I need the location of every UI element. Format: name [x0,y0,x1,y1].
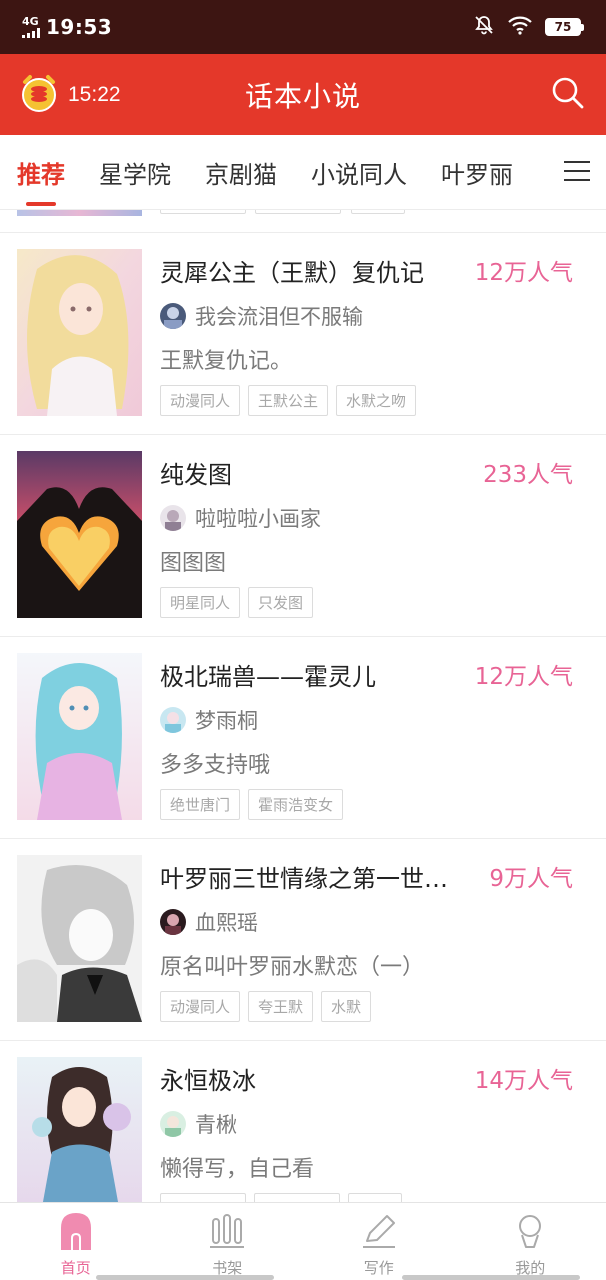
tag[interactable]: 动漫同人 [160,991,241,1022]
profile-icon [510,1211,550,1251]
pencil-icon [359,1211,399,1251]
author[interactable]: 青楸 [160,1109,237,1139]
tab-opera-cat[interactable]: 京剧猫 [188,135,294,209]
tag[interactable] [348,1193,402,1202]
tag[interactable]: 明星同人 [160,587,241,618]
app-header: 15:22 话本小说 [0,54,606,135]
author-name: 我会流泪但不服输 [195,305,363,329]
book-title[interactable]: 纯发图 [160,455,465,490]
tag[interactable] [254,1193,340,1202]
gesture-bar [96,1275,274,1280]
alarm-coin-icon [18,72,60,118]
tag[interactable]: 水默之吻 [336,385,417,416]
author-avatar [160,303,186,329]
book-cover[interactable] [17,855,142,1022]
book-cover[interactable] [17,249,142,416]
book-description: 王默复仇记。 [160,349,293,374]
network-type: 4G [22,15,39,28]
tag[interactable]: 霍雨浩变女 [248,789,344,820]
author-avatar [160,707,186,733]
tag-list: 明星同人 只发图 [160,587,314,618]
bottom-nav: 首页 书架 写作 我的 [0,1202,606,1280]
book-item[interactable]: 灵犀公主（王默）复仇记 12万人气 我会流泪但不服输 王默复仇记。 动漫同人 王… [0,233,606,435]
book-list: 灵犀公主（王默）复仇记 12万人气 我会流泪但不服输 王默复仇记。 动漫同人 王… [0,210,606,1202]
timer-label: 15:22 [68,82,121,106]
book-item[interactable]: 永恒极冰 14万人气 青楸 懒得写，自己看 [0,1041,606,1202]
nav-label: 写作 [363,1259,394,1277]
tag[interactable]: 动漫同人 [160,385,241,416]
gesture-bar [402,1275,580,1280]
tag[interactable]: 夸王默 [248,991,314,1022]
bookshelf-icon [207,1211,247,1251]
book-item[interactable]: 叶罗丽三世情缘之第一世（… 9万人气 血熙瑶 原名叫叶罗丽水默恋（一） 动漫同人… [0,839,606,1041]
book-title[interactable]: 叶罗丽三世情缘之第一世（… [160,859,465,894]
search-icon [550,75,586,115]
menu-icon [563,159,591,187]
cellular-signal-icon: 4G [22,16,40,38]
tab-recommend[interactable]: 推荐 [0,135,82,209]
book-item[interactable]: 纯发图 233人气 啦啦啦小画家 图图图 明星同人 只发图 [0,435,606,637]
tag-list [160,1193,402,1202]
reading-timer[interactable]: 15:22 [18,72,121,118]
nav-profile[interactable]: 我的 [455,1203,606,1280]
tag[interactable]: 王默公主 [248,385,329,416]
tag[interactable]: 绝世唐门 [160,789,241,820]
tab-yeluoli[interactable]: 叶罗丽 [424,135,530,209]
status-bar: 4G 19:53 75 [0,0,606,54]
battery-icon: 75 [545,18,584,36]
tag[interactable]: 只发图 [248,587,314,618]
battery-level: 75 [545,18,581,36]
tag-list: 动漫同人 王默公主 水默之吻 [160,385,417,416]
popularity-count: 14万人气 [474,1068,573,1094]
tab-star-academy[interactable]: 星学院 [82,135,188,209]
partial-list-item [0,210,606,233]
book-description: 懒得写，自己看 [160,1157,315,1182]
author-name: 啦啦啦小画家 [195,507,321,531]
status-time: 19:53 [46,15,113,39]
book-description: 原名叫叶罗丽水默恋（一） [160,955,425,980]
book-description: 图图图 [160,551,227,576]
author-name: 血熙瑶 [195,911,258,935]
tag-list: 动漫同人 夸王默 水默 [160,991,372,1022]
book-cover[interactable] [17,451,142,618]
nav-home[interactable]: 首页 [0,1203,152,1280]
popularity-count: 233人气 [483,462,573,488]
book-cover[interactable] [17,1057,142,1202]
author[interactable]: 我会流泪但不服输 [160,301,363,331]
tab-fanfiction[interactable]: 小说同人 [294,135,424,209]
book-item[interactable]: 极北瑞兽——霍灵儿 12万人气 梦雨桐 多多支持哦 绝世唐门 霍雨浩变女 [0,637,606,839]
category-tabs: 推荐 星学院 京剧猫 小说同人 叶罗丽 [0,135,606,210]
tab-menu-button[interactable] [548,135,606,209]
mute-bell-icon [473,14,495,40]
tag[interactable]: 水默 [321,991,372,1022]
nav-label: 首页 [60,1259,91,1277]
author-name: 梦雨桐 [195,709,258,733]
book-title[interactable]: 永恒极冰 [160,1061,465,1096]
author[interactable]: 啦啦啦小画家 [160,503,321,533]
popularity-count: 12万人气 [474,664,573,690]
nav-bookshelf[interactable]: 书架 [152,1203,304,1280]
popularity-count: 12万人气 [474,260,573,286]
wifi-icon [507,15,533,39]
popularity-count: 9万人气 [489,866,573,892]
author[interactable]: 血熙瑶 [160,907,258,937]
search-button[interactable] [548,75,588,115]
nav-write[interactable]: 写作 [303,1203,455,1280]
author-avatar [160,1111,186,1137]
author[interactable]: 梦雨桐 [160,705,258,735]
tag[interactable] [160,1193,246,1202]
author-avatar [160,909,186,935]
book-description: 多多支持哦 [160,753,271,778]
book-title[interactable]: 灵犀公主（王默）复仇记 [160,253,465,288]
author-avatar [160,505,186,531]
tag-list: 绝世唐门 霍雨浩变女 [160,789,344,820]
author-name: 青楸 [195,1113,237,1137]
home-icon [56,1211,96,1251]
book-cover[interactable] [17,653,142,820]
book-title[interactable]: 极北瑞兽——霍灵儿 [160,657,465,692]
